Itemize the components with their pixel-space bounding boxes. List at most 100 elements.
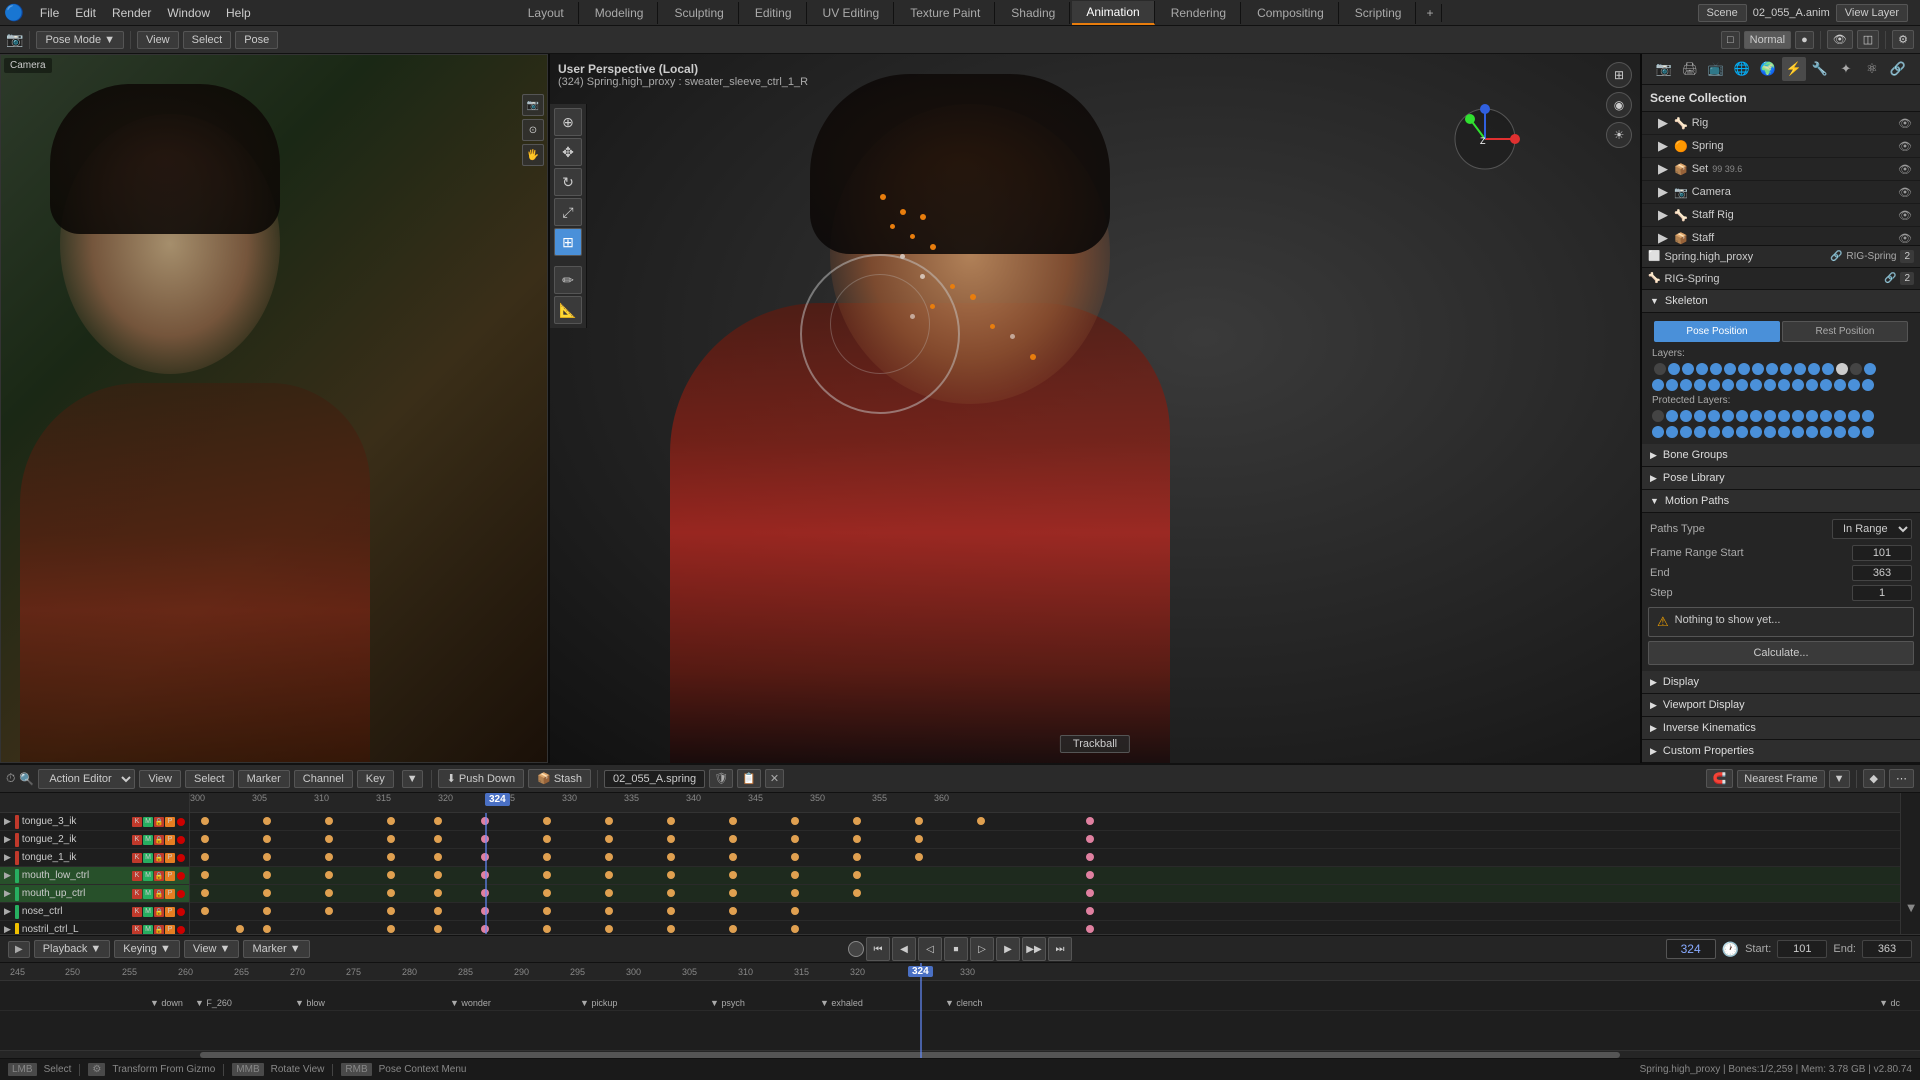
layer-dot-13[interactable] — [1822, 363, 1834, 375]
nearest-frame-select[interactable]: Nearest Frame — [1737, 770, 1824, 788]
inverse-kinematics-header[interactable]: ▶ Inverse Kinematics — [1642, 717, 1920, 740]
skeleton-section-header[interactable]: ▼ Skeleton — [1642, 290, 1920, 313]
prot-layer-dot-1[interactable] — [1652, 410, 1664, 422]
frame-range-step-value[interactable]: 1 — [1852, 585, 1912, 601]
prot2-layer-dot-1[interactable] — [1652, 426, 1664, 438]
layer-dot-22[interactable] — [1722, 379, 1734, 391]
frame-range-end-value[interactable]: 363 — [1852, 565, 1912, 581]
viewport-render-icon[interactable]: ☀ — [1606, 122, 1632, 148]
track-tongue1ik[interactable]: ▶ tongue_1_ik K M 🔒 P — [0, 849, 189, 867]
layer-dot-2[interactable] — [1668, 363, 1680, 375]
viewport-gizmo[interactable]: Z — [1450, 104, 1520, 174]
track-nostril-l[interactable]: ▶ nostril_ctrl_L K M 🔒 P — [0, 921, 189, 934]
xray-toggle[interactable]: ◫ — [1857, 30, 1879, 49]
prot-layer-dot-11[interactable] — [1792, 410, 1804, 422]
viewport-display-header[interactable]: ▶ Viewport Display — [1642, 694, 1920, 717]
playback-label[interactable]: Playback ▼ — [34, 940, 111, 958]
keyframe-type-select[interactable]: ◆ — [1863, 769, 1885, 788]
layer-dot-26[interactable] — [1778, 379, 1790, 391]
filter-icon[interactable]: ▼ — [402, 770, 423, 788]
playback-options[interactable]: ⋯ — [1889, 769, 1914, 788]
rpanel-icon-constraints[interactable]: 🔗 — [1886, 57, 1910, 81]
layer-dot-29[interactable] — [1820, 379, 1832, 391]
play-skip-end-btn[interactable]: ▶▶ — [1022, 937, 1046, 961]
layer-dot-28[interactable] — [1806, 379, 1818, 391]
collection-item-staff-rig[interactable]: ▶ 🦴 Staff Rig 👁 — [1642, 204, 1920, 227]
tab-modeling[interactable]: Modeling — [581, 2, 659, 24]
menu-render[interactable]: Render — [104, 4, 159, 22]
link-icon[interactable]: 🔗 — [1830, 251, 1842, 262]
tab-shading[interactable]: Shading — [997, 2, 1070, 24]
play-stop-btn[interactable]: ⏹ — [944, 937, 968, 961]
frame-range-start-value[interactable]: 101 — [1852, 545, 1912, 561]
layer-dot-19[interactable] — [1680, 379, 1692, 391]
camera-viewport[interactable]: Camera 📷 ⊙ 🖐 — [0, 54, 548, 763]
tab-sculpting[interactable]: Sculpting — [660, 2, 738, 24]
prot2-layer-dot-14[interactable] — [1834, 426, 1846, 438]
prot2-layer-dot-2[interactable] — [1666, 426, 1678, 438]
play-loop-btn[interactable]: ⏭ — [1048, 937, 1072, 961]
rest-position-btn[interactable]: Rest Position — [1782, 321, 1908, 342]
scale-tool[interactable]: ⤢ — [554, 198, 582, 226]
tl-marker-menu[interactable]: Marker — [238, 770, 290, 788]
layer-dot-8[interactable] — [1752, 363, 1764, 375]
layer-dot-3[interactable] — [1682, 363, 1694, 375]
tab-animation[interactable]: Animation — [1072, 1, 1154, 25]
play-record-btn[interactable] — [848, 941, 864, 957]
layer-dot-12[interactable] — [1808, 363, 1820, 375]
action-close-icon[interactable]: ✕ — [765, 769, 784, 788]
prot2-layer-dot-5[interactable] — [1708, 426, 1720, 438]
3d-viewport[interactable]: Trackball User Perspective (Local) (324)… — [550, 54, 1640, 763]
prot2-layer-dot-4[interactable] — [1694, 426, 1706, 438]
play-prev-frame-btn[interactable]: ◀ — [892, 937, 916, 961]
prot-layer-dot-5[interactable] — [1708, 410, 1720, 422]
layer-dot-32[interactable] — [1862, 379, 1874, 391]
layer-dot-25[interactable] — [1764, 379, 1776, 391]
shading-mode-wire[interactable]: □ — [1721, 31, 1740, 49]
collection-item-staff[interactable]: ▶ 📦 Staff 👁 — [1642, 227, 1920, 245]
playback-icon[interactable]: ▶ — [8, 941, 30, 958]
collection-item-rig[interactable]: ▶ 🦴 Rig 👁 — [1642, 112, 1920, 135]
rpanel-icon-render[interactable]: 📷 — [1652, 57, 1676, 81]
prot2-layer-dot-3[interactable] — [1680, 426, 1692, 438]
layer-dot-1[interactable] — [1654, 363, 1666, 375]
paths-type-select[interactable]: In Range — [1832, 519, 1912, 539]
view-menu[interactable]: View — [137, 31, 179, 49]
keying-label[interactable]: Keying ▼ — [114, 940, 180, 958]
layer-dot-14[interactable] — [1836, 363, 1848, 375]
gizmo-options[interactable]: ⚙ — [1892, 30, 1914, 49]
menu-window[interactable]: Window — [159, 4, 218, 22]
prot2-layer-dot-8[interactable] — [1750, 426, 1762, 438]
track-tongue2ik[interactable]: ▶ tongue_2_ik K M 🔒 P — [0, 831, 189, 849]
tab-compositing[interactable]: Compositing — [1243, 2, 1339, 24]
rotate-tool[interactable]: ↻ — [554, 168, 582, 196]
prot2-layer-dot-15[interactable] — [1848, 426, 1860, 438]
kf-row-4[interactable] — [190, 867, 1900, 885]
camera-view-icon3[interactable]: 🖐 — [522, 144, 544, 166]
prot-layer-dot-13[interactable] — [1820, 410, 1832, 422]
prot-layer-dot-9[interactable] — [1764, 410, 1776, 422]
menu-help[interactable]: Help — [218, 4, 259, 22]
play-next-frame-btn[interactable]: ▶ — [996, 937, 1020, 961]
camera-view-icon2[interactable]: ⊙ — [522, 119, 544, 141]
kf-row-5[interactable] — [190, 885, 1900, 903]
custom-properties-header[interactable]: ▶ Custom Properties — [1642, 740, 1920, 763]
prot2-layer-dot-11[interactable] — [1792, 426, 1804, 438]
viewport-grid-icon[interactable]: ⊞ — [1606, 62, 1632, 88]
display-header[interactable]: ▶ Display — [1642, 671, 1920, 694]
pose-position-btn[interactable]: Pose Position — [1654, 321, 1780, 342]
move-tool[interactable]: ✥ — [554, 138, 582, 166]
view-layer-selector[interactable]: View Layer — [1836, 4, 1908, 22]
action-link-icon[interactable]: 🛡 — [709, 769, 733, 788]
snap-icon[interactable]: 🧲 — [1706, 769, 1734, 788]
rpanel-icon-world[interactable]: 🌍 — [1756, 57, 1780, 81]
measure-tool[interactable]: 📐 — [554, 296, 582, 324]
kf-row-7[interactable] — [190, 921, 1900, 934]
scene-selector[interactable]: Scene — [1698, 4, 1747, 22]
layer-dot-23[interactable] — [1736, 379, 1748, 391]
layer-dot-10[interactable] — [1780, 363, 1792, 375]
track-mouth-low[interactable]: ▶ mouth_low_ctrl K M 🔒 P — [0, 867, 189, 885]
kf-row-3[interactable] — [190, 849, 1900, 867]
prot-layer-dot-12[interactable] — [1806, 410, 1818, 422]
layer-dot-9[interactable] — [1766, 363, 1778, 375]
